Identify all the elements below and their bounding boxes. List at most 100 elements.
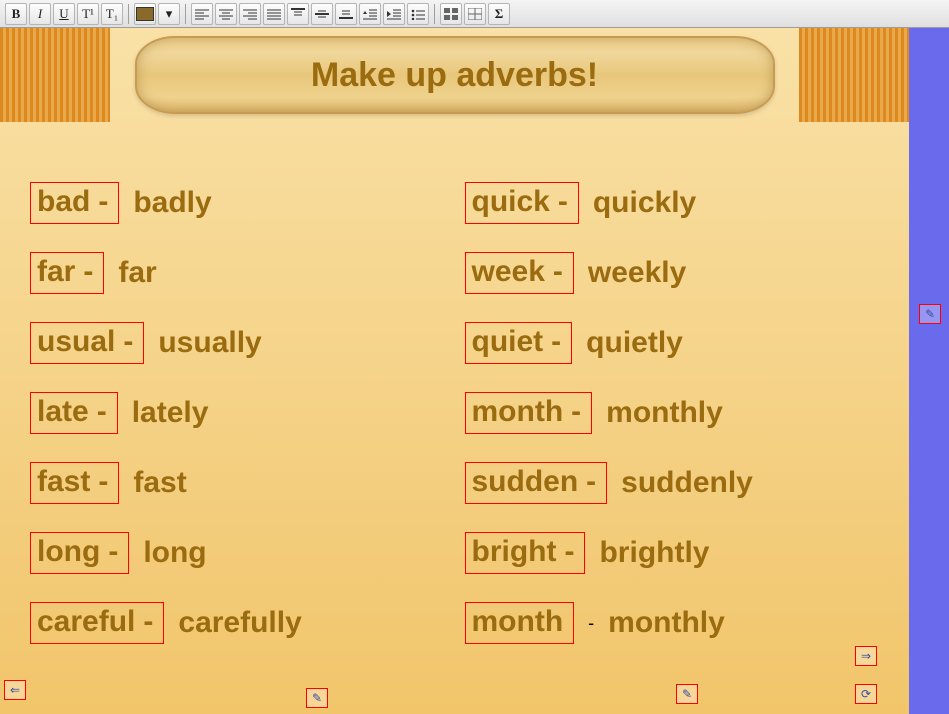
- valign-middle-button[interactable]: [311, 3, 333, 25]
- font-color-dropdown[interactable]: ▾: [158, 3, 180, 25]
- bullet-list-icon: [411, 8, 425, 20]
- adverb-word: carefully: [178, 604, 301, 642]
- word-pair: month-monthly: [465, 378, 890, 448]
- source-word-box[interactable]: quick-: [465, 182, 579, 224]
- increase-indent-icon: [387, 8, 401, 20]
- table-icon: [444, 8, 458, 20]
- source-word-box[interactable]: fast-: [30, 462, 119, 504]
- adverb-word: brightly: [599, 534, 709, 572]
- arrow-right-icon: ⇒: [861, 649, 871, 663]
- dash-separator: -: [98, 183, 108, 221]
- valign-bottom-button[interactable]: [335, 3, 357, 25]
- word-pair: bright-brightly: [465, 518, 890, 588]
- refresh-button[interactable]: ⟳: [855, 684, 877, 704]
- prev-page-button[interactable]: ⇐: [4, 680, 26, 700]
- stage-wrap: Make up adverbs! bad-badlyquick-quicklyf…: [0, 28, 949, 714]
- valign-top-button[interactable]: [287, 3, 309, 25]
- word-pair: careful-carefully: [30, 588, 455, 658]
- arrow-left-icon: ⇐: [10, 683, 20, 697]
- dash-separator: -: [571, 393, 581, 431]
- word-grid: bad-badlyquick-quicklyfar-farweek-weekly…: [30, 168, 889, 694]
- source-word-box[interactable]: sudden-: [465, 462, 608, 504]
- pen-tool-button-2[interactable]: ✎: [676, 684, 698, 704]
- valign-middle-icon: [315, 8, 329, 20]
- align-left-icon: [195, 8, 209, 20]
- word-pair: late-lately: [30, 378, 455, 448]
- source-word: fast: [37, 463, 90, 501]
- align-right-icon: [243, 8, 257, 20]
- bullet-list-button[interactable]: [407, 3, 429, 25]
- insert-grid-button[interactable]: [464, 3, 486, 25]
- source-word: sudden: [472, 463, 579, 501]
- adverb-word: usually: [158, 324, 261, 362]
- dash-separator: -: [564, 533, 574, 571]
- word-pair: month-monthly: [465, 588, 890, 658]
- source-word: careful: [37, 603, 135, 641]
- source-word-box[interactable]: bad-: [30, 182, 119, 224]
- refresh-icon: ⟳: [861, 687, 871, 701]
- align-center-icon: [219, 8, 233, 20]
- source-word-box[interactable]: month-: [465, 392, 593, 434]
- superscript-button[interactable]: T¹: [77, 3, 99, 25]
- decrease-indent-icon: [363, 8, 377, 20]
- font-color-button[interactable]: [134, 3, 156, 25]
- source-word-box[interactable]: long-: [30, 532, 129, 574]
- source-word-box[interactable]: far-: [30, 252, 104, 294]
- pen-icon: ✎: [312, 691, 322, 705]
- decrease-indent-button[interactable]: [359, 3, 381, 25]
- italic-button[interactable]: I: [29, 3, 51, 25]
- toolbar-separator: [185, 4, 186, 24]
- slide-canvas[interactable]: Make up adverbs! bad-badlyquick-quicklyf…: [0, 28, 909, 714]
- sigma-button[interactable]: Σ: [488, 3, 510, 25]
- align-center-button[interactable]: [215, 3, 237, 25]
- side-pane: ✎: [909, 28, 949, 714]
- adverb-word: long: [143, 534, 206, 572]
- word-pair: quick-quickly: [465, 168, 890, 238]
- insert-table-button[interactable]: [440, 3, 462, 25]
- source-word: quick: [472, 183, 550, 221]
- source-word-box[interactable]: bright-: [465, 532, 586, 574]
- dash-separator: -: [588, 613, 594, 634]
- toolbar-separator: [128, 4, 129, 24]
- format-toolbar: B I U T¹ T₁ ▾ Σ: [0, 0, 949, 28]
- title-banner: Make up adverbs!: [0, 28, 909, 122]
- source-word: month: [472, 603, 564, 641]
- align-left-button[interactable]: [191, 3, 213, 25]
- source-word: far: [37, 253, 75, 291]
- source-word-box[interactable]: month: [465, 602, 575, 644]
- dash-separator: -: [586, 463, 596, 501]
- source-word: bad: [37, 183, 90, 221]
- source-word-box[interactable]: week-: [465, 252, 574, 294]
- dash-separator: -: [108, 533, 118, 571]
- banner-decor-right: [799, 28, 909, 122]
- align-justify-icon: [267, 8, 281, 20]
- source-word: week: [472, 253, 545, 291]
- underline-button[interactable]: U: [53, 3, 75, 25]
- source-word: bright: [472, 533, 557, 571]
- source-word-box[interactable]: usual-: [30, 322, 144, 364]
- word-pair: far-far: [30, 238, 455, 308]
- adverb-word: monthly: [606, 394, 723, 432]
- word-pair: bad-badly: [30, 168, 455, 238]
- adverb-word: badly: [133, 184, 211, 222]
- subscript-button[interactable]: T₁: [101, 3, 123, 25]
- pen-tool-side-button[interactable]: ✎: [919, 304, 941, 324]
- valign-top-icon: [291, 8, 305, 20]
- pen-tool-button[interactable]: ✎: [306, 688, 328, 708]
- bold-button[interactable]: B: [5, 3, 27, 25]
- source-word-box[interactable]: late-: [30, 392, 118, 434]
- source-word-box[interactable]: quiet-: [465, 322, 573, 364]
- dash-separator: -: [551, 323, 561, 361]
- banner-decor-left: [0, 28, 110, 122]
- pen-icon: ✎: [682, 687, 692, 701]
- source-word-box[interactable]: careful-: [30, 602, 164, 644]
- dash-separator: -: [97, 393, 107, 431]
- increase-indent-button[interactable]: [383, 3, 405, 25]
- next-button[interactable]: ⇒: [855, 646, 877, 666]
- align-justify-button[interactable]: [263, 3, 285, 25]
- word-pair: usual-usually: [30, 308, 455, 378]
- grid-icon: [468, 8, 482, 20]
- align-right-button[interactable]: [239, 3, 261, 25]
- source-word: long: [37, 533, 100, 571]
- word-pair: quiet-quietly: [465, 308, 890, 378]
